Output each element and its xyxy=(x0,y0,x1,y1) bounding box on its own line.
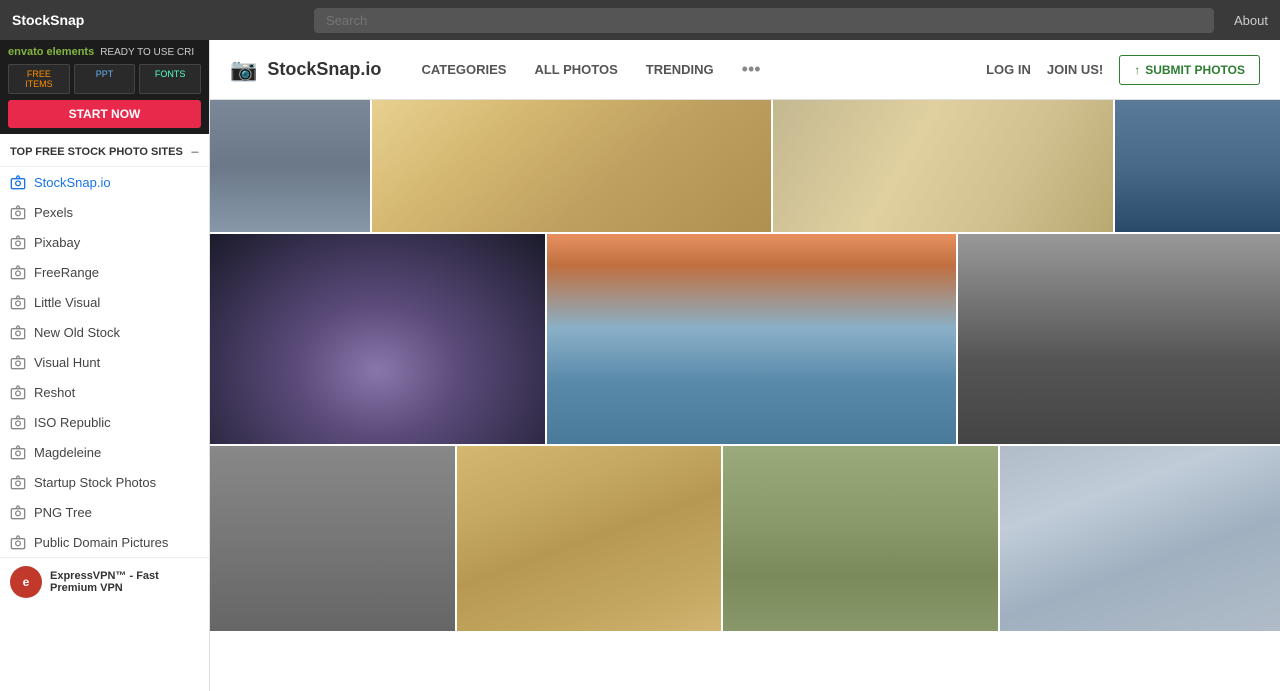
stocksnap-camera-icon: 📷 xyxy=(230,57,257,83)
sidebar-item-magdeleine[interactable]: Magdeleine xyxy=(0,437,209,467)
sidebar-item-public-domain[interactable]: Public Domain Pictures xyxy=(0,527,209,557)
photo-grid xyxy=(210,100,1280,631)
photo-row-3 xyxy=(210,446,1280,631)
sidebar-label-little-visual: Little Visual xyxy=(34,295,100,310)
camera-icon xyxy=(10,234,26,250)
ad-text: ExpressVPN™ - Fast Premium VPN xyxy=(50,570,199,594)
nav-submit-button[interactable]: ↑ SUBMIT PHOTOS xyxy=(1119,55,1260,85)
sidebar-label-visual-hunt: Visual Hunt xyxy=(34,355,100,370)
main-layout: envato elements READY TO USE CRI FREE IT… xyxy=(0,40,1280,691)
nav-more-dots[interactable]: ••• xyxy=(742,59,761,80)
nav-right: LOG IN JOIN US! ↑ SUBMIT PHOTOS xyxy=(986,55,1260,85)
camera-icon xyxy=(10,474,26,490)
sidebar-section-title: TOP FREE STOCK PHOTO SITES xyxy=(10,146,183,158)
sidebar-item-startup-stock[interactable]: Startup Stock Photos xyxy=(0,467,209,497)
sidebar-label-pixabay: Pixabay xyxy=(34,235,80,250)
envato-top: envato elements READY TO USE CRI xyxy=(8,46,201,58)
photo-ocean[interactable] xyxy=(1115,100,1280,232)
browser-about[interactable]: About xyxy=(1234,13,1268,28)
sidebar-item-png-tree[interactable]: PNG Tree xyxy=(0,497,209,527)
sidebar-label-startup-stock: Startup Stock Photos xyxy=(34,475,156,490)
sidebar-item-reshot[interactable]: Reshot xyxy=(0,377,209,407)
camera-icon xyxy=(10,324,26,340)
sidebar-label-iso-republic: ISO Republic xyxy=(34,415,111,430)
start-now-button[interactable]: START NOW xyxy=(8,100,201,128)
sidebar-label-reshot: Reshot xyxy=(34,385,75,400)
ad-icon: e xyxy=(10,566,42,598)
sidebar-label-new-old-stock: New Old Stock xyxy=(34,325,120,340)
photo-row-1 xyxy=(210,100,1280,232)
browser-search-input[interactable] xyxy=(314,8,1214,33)
camera-icon xyxy=(10,504,26,520)
camera-icon xyxy=(10,354,26,370)
photo-lighthouse[interactable] xyxy=(547,234,956,444)
submit-label: SUBMIT PHOTOS xyxy=(1145,63,1245,77)
sidebar-item-pixabay[interactable]: Pixabay xyxy=(0,227,209,257)
envato-free-items[interactable]: FREE ITEMS xyxy=(8,64,70,94)
photo-building-1[interactable] xyxy=(210,100,370,232)
sidebar-item-visual-hunt[interactable]: Visual Hunt xyxy=(0,347,209,377)
photo-texture[interactable] xyxy=(773,100,1113,232)
camera-icon xyxy=(10,384,26,400)
submit-icon: ↑ xyxy=(1134,63,1140,77)
stocksnap-logo: 📷 StockSnap.io xyxy=(230,57,381,83)
photo-building-3[interactable] xyxy=(1000,446,1280,631)
stocksnap-nav: CATEGORIES ALL PHOTOS TRENDING ••• LOG I… xyxy=(421,55,1260,85)
sidebar-label-public-domain: Public Domain Pictures xyxy=(34,535,168,550)
sidebar-label-freerange: FreeRange xyxy=(34,265,99,280)
sidebar-label-stocksnap: StockSnap.io xyxy=(34,175,111,190)
sidebar-ad[interactable]: e ExpressVPN™ - Fast Premium VPN xyxy=(0,557,209,606)
envato-ready-label: READY TO USE CRI xyxy=(100,47,194,58)
photo-bird[interactable] xyxy=(723,446,998,631)
main-content: 📷 StockSnap.io CATEGORIES ALL PHOTOS TRE… xyxy=(210,40,1280,691)
photo-flower[interactable] xyxy=(210,234,545,444)
camera-icon xyxy=(10,414,26,430)
camera-icon xyxy=(10,294,26,310)
photo-food[interactable] xyxy=(372,100,771,232)
camera-icon xyxy=(10,264,26,280)
photo-building-2[interactable] xyxy=(210,446,455,631)
sidebar-item-pexels[interactable]: Pexels xyxy=(0,197,209,227)
envato-ppt[interactable]: PPT xyxy=(74,64,136,94)
browser-bar: StockSnap About xyxy=(0,0,1280,40)
sidebar-section-header: TOP FREE STOCK PHOTO SITES − xyxy=(0,134,209,167)
camera-icon xyxy=(10,204,26,220)
envato-banner: envato elements READY TO USE CRI FREE IT… xyxy=(0,40,209,134)
nav-categories[interactable]: CATEGORIES xyxy=(421,62,506,77)
nav-trending[interactable]: TRENDING xyxy=(646,62,714,77)
sidebar-label-png-tree: PNG Tree xyxy=(34,505,92,520)
sidebar-item-freerange[interactable]: FreeRange xyxy=(0,257,209,287)
sidebar: envato elements READY TO USE CRI FREE IT… xyxy=(0,40,210,691)
sidebar-item-little-visual[interactable]: Little Visual xyxy=(0,287,209,317)
stocksnap-header: 📷 StockSnap.io CATEGORIES ALL PHOTOS TRE… xyxy=(210,40,1280,100)
sidebar-item-iso-republic[interactable]: ISO Republic xyxy=(0,407,209,437)
camera-icon xyxy=(10,444,26,460)
nav-login[interactable]: LOG IN xyxy=(986,62,1031,77)
sidebar-item-new-old-stock[interactable]: New Old Stock xyxy=(0,317,209,347)
camera-icon xyxy=(10,534,26,550)
envato-items: FREE ITEMS PPT FONTS xyxy=(8,64,201,94)
photo-row-2 xyxy=(210,234,1280,444)
browser-title: StockSnap xyxy=(12,12,84,28)
sidebar-label-magdeleine: Magdeleine xyxy=(34,445,101,460)
camera-icon xyxy=(10,174,26,190)
sidebar-item-stocksnap[interactable]: StockSnap.io xyxy=(0,167,209,197)
nav-all-photos[interactable]: ALL PHOTOS xyxy=(534,62,617,77)
envato-logo: envato elements xyxy=(8,46,94,58)
stocksnap-logo-text: StockSnap.io xyxy=(267,59,381,80)
nav-join[interactable]: JOIN US! xyxy=(1047,62,1103,77)
envato-fonts[interactable]: FONTS xyxy=(139,64,201,94)
photo-scrabble[interactable] xyxy=(457,446,721,631)
collapse-button[interactable]: − xyxy=(191,144,199,160)
photo-person-laptop[interactable] xyxy=(958,234,1280,444)
sidebar-label-pexels: Pexels xyxy=(34,205,73,220)
